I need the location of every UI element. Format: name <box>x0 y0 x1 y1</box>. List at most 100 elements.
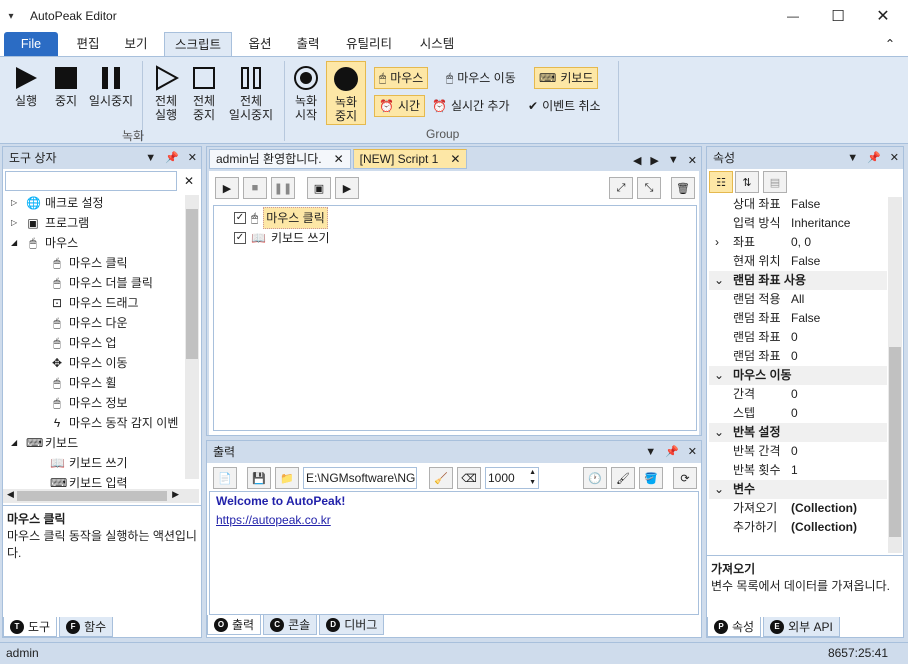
refresh-icon[interactable]: ⟳ <box>673 467 697 489</box>
tree-item[interactable]: ⌨ 키보드 입력 <box>35 473 128 489</box>
tab-tools[interactable]: T 도구 <box>3 617 58 637</box>
delete-icon[interactable]: 🗑 <box>671 177 695 199</box>
property-value[interactable]: False <box>791 309 820 328</box>
close-icon[interactable]: ✕ <box>890 147 899 169</box>
dropdown-icon[interactable]: ▼ <box>145 147 156 169</box>
property-row[interactable]: 추가하기 (Collection) <box>709 518 887 537</box>
tree-item[interactable]: 🖱 마우스 더블 클릭 <box>35 273 153 293</box>
property-row[interactable]: 랜덤 좌표 0 <box>709 328 887 347</box>
property-row[interactable]: 입력 방식 Inheritance <box>709 214 887 233</box>
property-value[interactable]: 0 <box>791 385 798 404</box>
fill-icon[interactable]: 🪣 <box>639 467 663 489</box>
property-value[interactable]: False <box>791 195 820 214</box>
property-scrollbar[interactable] <box>888 197 902 553</box>
tree-item[interactable]: 📖 키보드 쓰기 <box>35 453 128 473</box>
property-category[interactable]: ⌄ 랜덤 좌표 사용 <box>709 271 887 290</box>
maximize-button[interactable]: ☐ <box>815 0 861 32</box>
close-tab-icon[interactable]: ✕ <box>334 149 344 169</box>
property-row[interactable]: 스텝 0 <box>709 404 887 423</box>
pin-icon[interactable]: 📌 <box>867 147 881 169</box>
property-value[interactable]: 0, 0 <box>791 233 811 252</box>
tab-functions[interactable]: F 함수 <box>59 617 114 637</box>
max-lines-input[interactable]: 1000 ▲ ▼ <box>485 467 539 489</box>
tab-debug[interactable]: D 디버그 <box>319 615 385 635</box>
property-row[interactable]: 가져오기 (Collection) <box>709 499 887 518</box>
property-row[interactable]: 현재 위치 False <box>709 252 887 271</box>
website-link[interactable]: https://autopeak.co.kr <box>216 513 692 527</box>
step-run-button[interactable]: ▣ <box>307 177 331 199</box>
folder-icon[interactable]: 📁 <box>275 467 299 489</box>
realtime-add-toggle[interactable]: ⏰ 실시간 추가 <box>428 95 514 117</box>
tree-item[interactable]: ✥ 마우스 이동 <box>35 353 128 373</box>
close-tab-icon[interactable]: ✕ <box>450 149 460 169</box>
property-value[interactable]: All <box>791 290 804 309</box>
keyboard-toggle[interactable]: ⌨ 키보드 <box>534 67 599 89</box>
property-row[interactable]: 간격 0 <box>709 385 887 404</box>
property-value[interactable]: 0 <box>791 404 798 423</box>
step-mouse-click[interactable]: ✓ 🖱 마우스 클릭 <box>234 207 328 229</box>
clock-icon[interactable]: 🕐 <box>583 467 607 489</box>
property-value[interactable]: (Collection) <box>791 499 857 518</box>
tab-view[interactable]: 보기 <box>114 32 158 56</box>
categorized-icon[interactable]: ☷ <box>709 171 733 193</box>
new-log-button[interactable]: 📄 <box>213 467 237 489</box>
property-row[interactable]: 랜덤 좌표 0 <box>709 347 887 366</box>
dropdown-icon[interactable]: ▼ <box>668 154 679 166</box>
sort-az-icon[interactable]: ⇅ <box>735 171 759 193</box>
tab-external-api[interactable]: E 외부 API <box>763 617 840 637</box>
tree-item[interactable]: ◢ 🖱 마우스 <box>11 233 78 253</box>
tab-properties[interactable]: P 속성 <box>707 617 762 637</box>
tab-script[interactable]: 스크립트 <box>164 32 232 56</box>
pause-button[interactable]: 일시중지 <box>86 65 136 108</box>
property-category[interactable]: ⌄ 변수 <box>709 480 887 499</box>
run-from-button[interactable]: ▶ <box>335 177 359 199</box>
mouse-toggle[interactable]: 🖱 마우스 <box>374 67 429 89</box>
tab-output[interactable]: 출력 <box>286 32 330 56</box>
stop-script-button[interactable]: ■ <box>243 177 267 199</box>
collapse-icon[interactable]: ⤡ <box>637 177 661 199</box>
quick-access-icon[interactable]: ▾ <box>0 11 22 22</box>
tree-item[interactable]: ⊡ 마우스 드래그 <box>35 293 139 313</box>
property-row[interactable]: 반복 간격 0 <box>709 442 887 461</box>
time-toggle[interactable]: ⏰ 시간 <box>374 95 426 117</box>
tree-hscrollbar[interactable]: ◀ ▶ <box>3 489 199 503</box>
run-script-button[interactable]: ▶ <box>215 177 239 199</box>
next-tab-icon[interactable]: ▶ <box>650 154 658 167</box>
expand-icon[interactable]: ⤢ <box>609 177 633 199</box>
property-category[interactable]: ⌄ 반복 설정 <box>709 423 887 442</box>
run-button[interactable]: 실행 <box>8 65 44 108</box>
tree-item[interactable]: ▷ ▣ 프로그램 <box>11 213 89 233</box>
pause-all-button[interactable]: 전체 일시중지 <box>226 65 276 122</box>
close-button[interactable]: ✕ <box>860 0 906 32</box>
property-value[interactable]: Inheritance <box>791 214 850 233</box>
step-keyboard-write[interactable]: ✓ 📖 키보드 쓰기 <box>234 228 330 248</box>
run-all-button[interactable]: 전체 실행 <box>148 65 184 122</box>
expander-icon[interactable]: ◢ <box>11 233 21 253</box>
chevron-down-icon[interactable]: ⌄ <box>714 423 724 442</box>
property-row[interactable]: 랜덤 적용 All <box>709 290 887 309</box>
brush-icon[interactable]: 🖌 <box>611 467 635 489</box>
tree-item[interactable]: ▷ 🌐 매크로 설정 <box>11 193 104 213</box>
dropdown-icon[interactable]: ▼ <box>645 441 656 463</box>
stop-all-button[interactable]: 전체 중지 <box>186 65 222 122</box>
tree-item[interactable]: 🖱 마우스 클릭 <box>35 253 127 273</box>
expander-icon[interactable]: ▷ <box>11 193 21 213</box>
mouse-move-toggle[interactable]: 🖱 마우스 이동 <box>442 67 520 89</box>
tab-utility[interactable]: 유틸리티 <box>336 32 402 56</box>
property-row[interactable]: › 좌표 0, 0 <box>709 233 887 252</box>
tree-item[interactable]: 🖱 마우스 휠 <box>35 373 116 393</box>
minimize-button[interactable]: — <box>770 0 816 32</box>
eraser-icon[interactable]: ⌫ <box>457 467 481 489</box>
close-icon[interactable]: ✕ <box>688 441 697 463</box>
tab-system[interactable]: 시스템 <box>408 32 466 56</box>
tree-item[interactable]: 🖱 마우스 정보 <box>35 393 127 413</box>
clear-search-icon[interactable]: ✕ <box>179 171 199 191</box>
pin-icon[interactable]: 📌 <box>165 147 179 169</box>
tree-item[interactable]: ϟ 마우스 동작 감지 이벤 <box>35 413 179 433</box>
tab-console[interactable]: C 콘솔 <box>263 615 318 635</box>
record-stop-button[interactable]: 녹화 중지 <box>326 61 366 125</box>
property-row[interactable]: 상대 좌표 False <box>709 195 887 214</box>
event-cancel-button[interactable]: ✔ 이벤트 취소 <box>524 95 605 117</box>
tab-edit[interactable]: 편집 <box>66 32 110 56</box>
property-value[interactable]: 1 <box>791 461 798 480</box>
